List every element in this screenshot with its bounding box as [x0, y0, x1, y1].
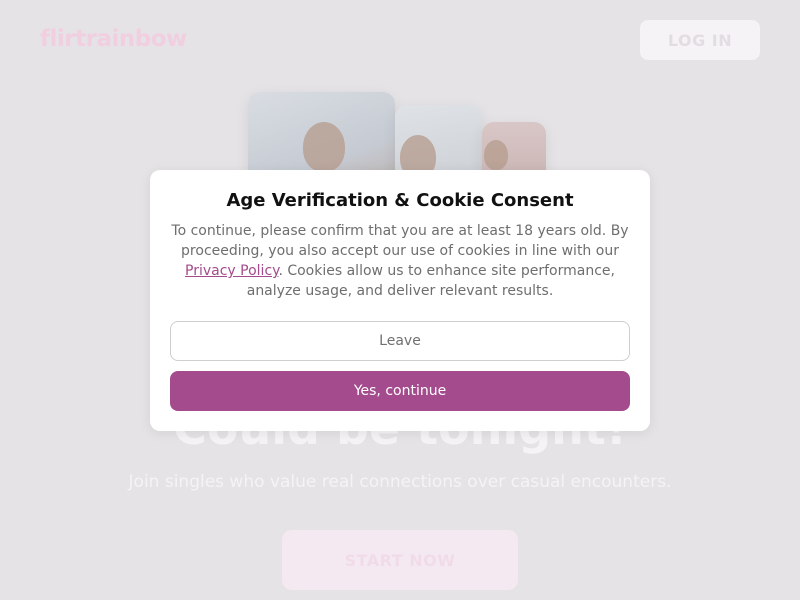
start-now-button[interactable]: START NOW [282, 530, 518, 590]
modal-title: Age Verification & Cookie Consent [226, 190, 574, 211]
modal-text-part: To continue, please confirm that you are… [171, 223, 629, 259]
person-silhouette [303, 122, 345, 172]
site-logo[interactable]: flirtrainbow [40, 26, 187, 52]
person-silhouette [484, 140, 508, 170]
modal-text-part: . Cookies allow us to enhance site perfo… [246, 263, 615, 299]
privacy-policy-link[interactable]: Privacy Policy [185, 263, 278, 279]
hero-subline: Join singles who value real connections … [128, 472, 672, 492]
modal-body-text: To continue, please confirm that you are… [170, 221, 630, 301]
leave-button[interactable]: Leave [170, 321, 630, 361]
login-button[interactable]: LOG IN [640, 20, 760, 60]
age-verification-modal: Age Verification & Cookie Consent To con… [150, 170, 650, 431]
continue-button[interactable]: Yes, continue [170, 371, 630, 411]
